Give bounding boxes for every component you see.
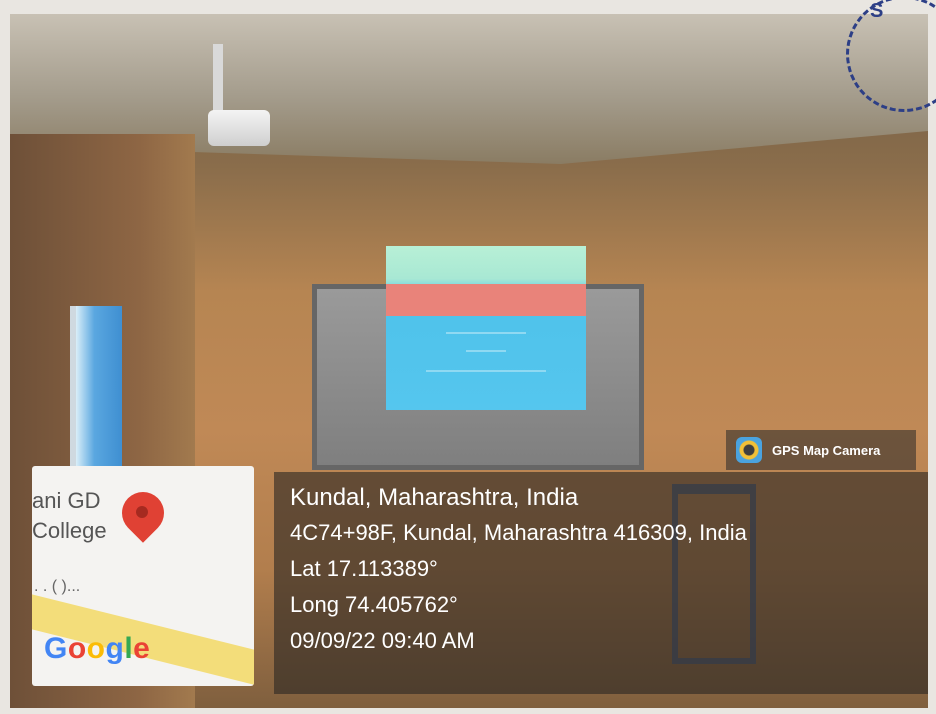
map-place-label: ani GD College: [32, 488, 107, 543]
google-logo-letter: e: [133, 632, 151, 665]
slide-text-line: [446, 332, 526, 334]
location-info: Kundal, Maharashtra, India 4C74+98F, Kun…: [290, 484, 747, 664]
google-logo: Google: [44, 632, 150, 666]
slide-text-line: [466, 350, 506, 352]
stamp-glyph: S: [870, 0, 884, 22]
longitude: Long 74.405762°: [290, 592, 458, 617]
map-pin-dot: [136, 506, 148, 518]
location-address: 4C74+98F, Kundal, Maharashtra 416309, In…: [290, 520, 747, 545]
google-logo-letter: o: [86, 632, 106, 665]
google-logo-letter: G: [44, 632, 68, 665]
google-logo-letter: o: [67, 632, 87, 665]
gps-badge-label: GPS Map Camera: [772, 442, 881, 458]
date-time: 09/09/22 09:40 AM: [290, 628, 475, 653]
map-ellipsis: . . ( )...: [34, 578, 81, 595]
slide-text-line: [426, 370, 546, 372]
google-logo-text: Google: [44, 632, 150, 665]
location-title: Kundal, Maharashtra, India: [290, 484, 579, 511]
projected-slide: [386, 246, 586, 410]
latitude: Lat 17.113389°: [290, 556, 438, 581]
slide-banner: [386, 284, 586, 316]
gps-map-camera-badge: GPS Map Camera: [726, 430, 916, 470]
projector-mount: [213, 44, 223, 114]
gps-map-camera-icon: [736, 437, 762, 463]
map-thumbnail: ani GD College . . ( )... Google: [32, 466, 254, 686]
google-logo-letter: l: [124, 632, 134, 665]
projector: [208, 110, 270, 146]
google-logo-letter: g: [105, 632, 125, 665]
